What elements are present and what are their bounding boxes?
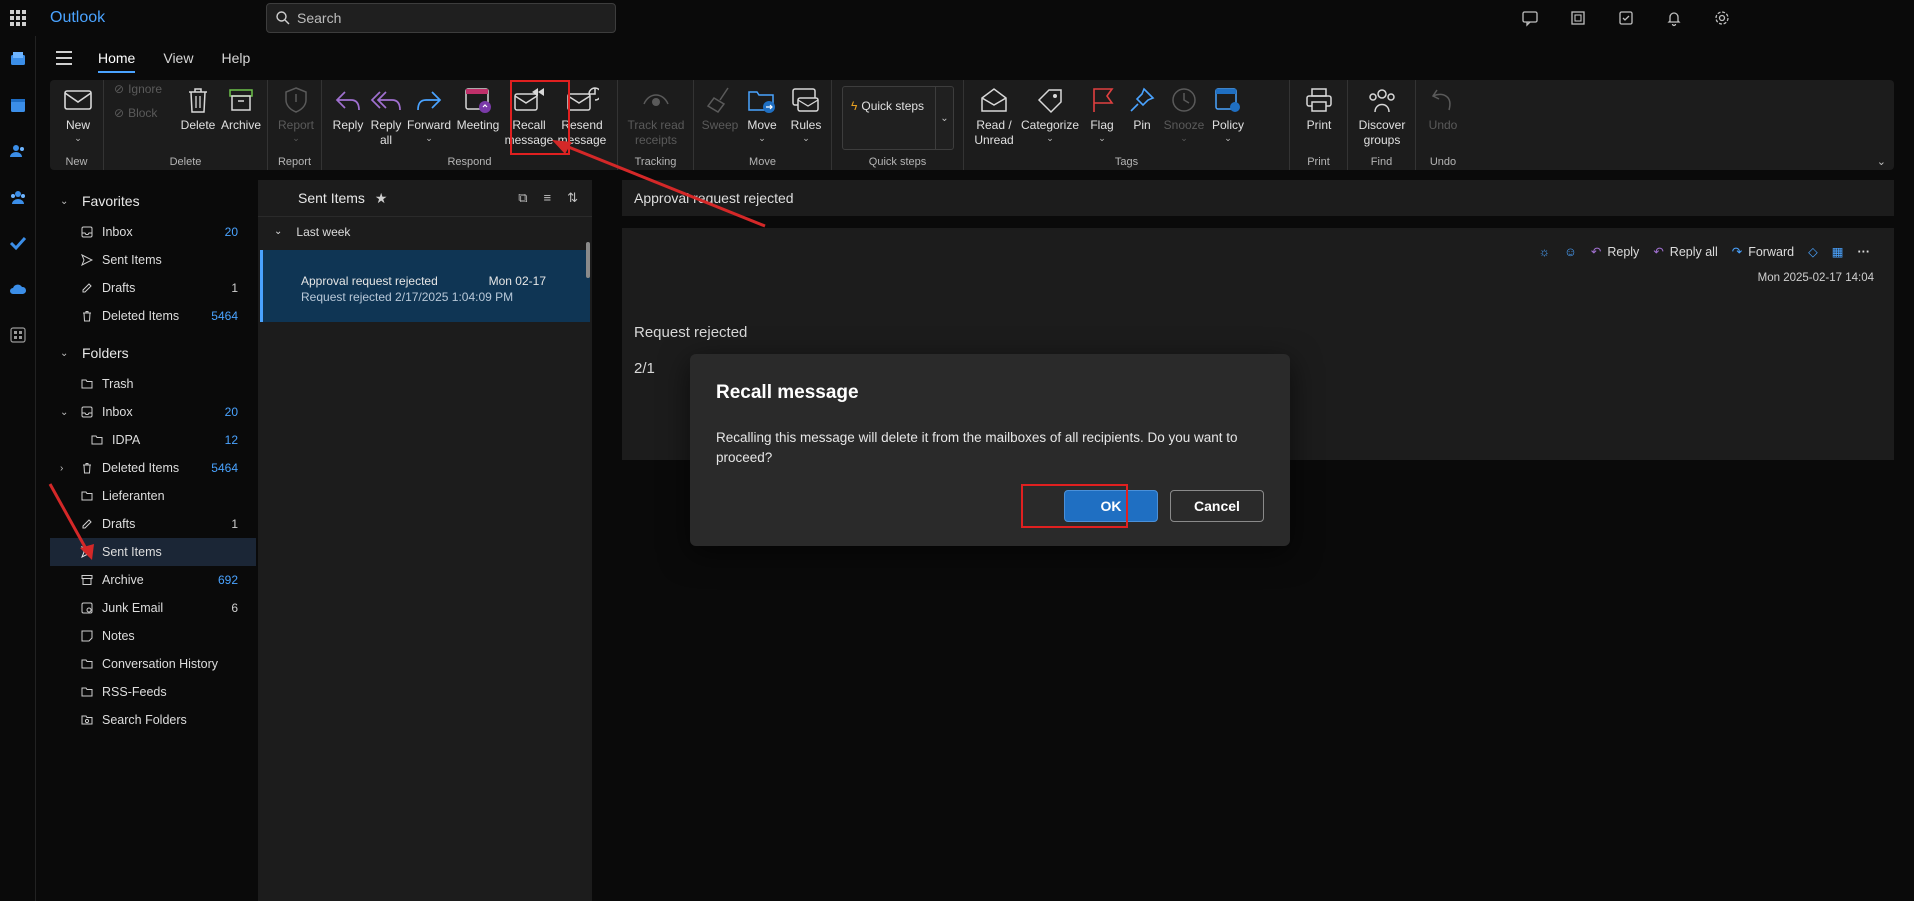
waffle-icon [10, 10, 26, 26]
rail-people[interactable] [0, 128, 36, 174]
recall-dialog: Recall message Recalling this message wi… [690, 354, 1290, 546]
rail-groups[interactable] [0, 174, 36, 220]
dialog-text: Recalling this message will delete it fr… [716, 430, 1238, 465]
calendar-icon [11, 99, 25, 112]
cancel-button[interactable]: Cancel [1170, 490, 1264, 522]
apps-icon [10, 327, 26, 343]
mail-icon [11, 52, 25, 65]
people-icon [10, 145, 24, 157]
app-launcher-button[interactable] [0, 0, 36, 36]
ok-button[interactable]: OK [1064, 490, 1158, 522]
rail-onedrive[interactable] [0, 266, 36, 312]
rail-mail[interactable] [0, 36, 36, 82]
rail-calendar[interactable] [0, 82, 36, 128]
cloud-icon [10, 284, 27, 294]
todo-icon [9, 236, 27, 251]
rail-todo[interactable] [0, 220, 36, 266]
groups-icon [11, 191, 25, 204]
modal-overlay: Recall message Recalling this message wi… [36, 0, 1914, 901]
dialog-title: Recall message [716, 382, 859, 403]
app-rail [0, 36, 36, 901]
rail-more-apps[interactable] [0, 312, 36, 358]
